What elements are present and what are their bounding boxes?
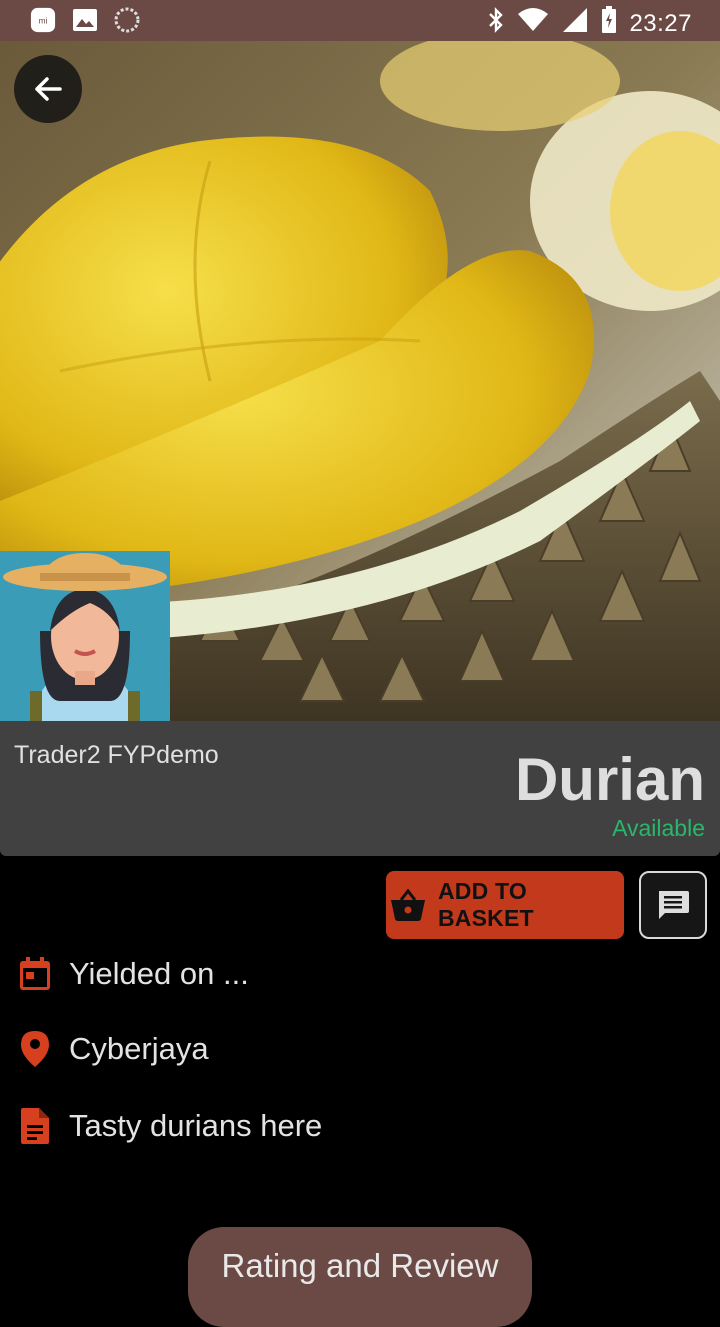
yield-date-text: Yielded on ...: [69, 956, 249, 991]
svg-text:mi: mi: [39, 16, 48, 26]
trader-name: Trader2 FYPdemo: [14, 741, 219, 769]
description-text: Tasty durians here: [69, 1108, 323, 1143]
status-bar: mi 23:27: [0, 0, 720, 41]
image-icon: [72, 8, 98, 32]
bluetooth-icon: [487, 7, 505, 40]
location-text: Cyberjaya: [69, 1031, 209, 1066]
wifi-icon: [517, 8, 549, 39]
trader-avatar: [0, 551, 170, 721]
chat-icon: [659, 891, 689, 919]
status-time: 23:27: [629, 9, 692, 37]
yield-date-row: Yielded on ...: [18, 956, 249, 992]
signal-icon: [561, 7, 589, 40]
back-button[interactable]: [14, 55, 82, 123]
product-title: Durian: [514, 746, 705, 813]
calendar-icon: [18, 957, 52, 991]
rating-review-button[interactable]: Rating and Review: [188, 1227, 532, 1327]
mi-icon: mi: [30, 7, 56, 33]
location-row: Cyberjaya: [18, 1031, 209, 1067]
chat-button[interactable]: [639, 871, 707, 939]
add-to-basket-label: ADD TO BASKET: [438, 878, 534, 931]
add-to-basket-button[interactable]: ADD TO BASKET: [386, 871, 624, 939]
location-pin-icon: [18, 1031, 52, 1067]
availability-status: Available: [612, 815, 705, 841]
sync-icon: [114, 7, 140, 33]
product-info-panel: Trader2 FYPdemo Durian Available: [0, 721, 720, 856]
arrow-left-icon: [35, 77, 62, 101]
basket-icon: [390, 888, 426, 922]
document-icon: [18, 1108, 52, 1144]
description-row: Tasty durians here: [18, 1108, 322, 1144]
battery-icon: [601, 6, 617, 41]
